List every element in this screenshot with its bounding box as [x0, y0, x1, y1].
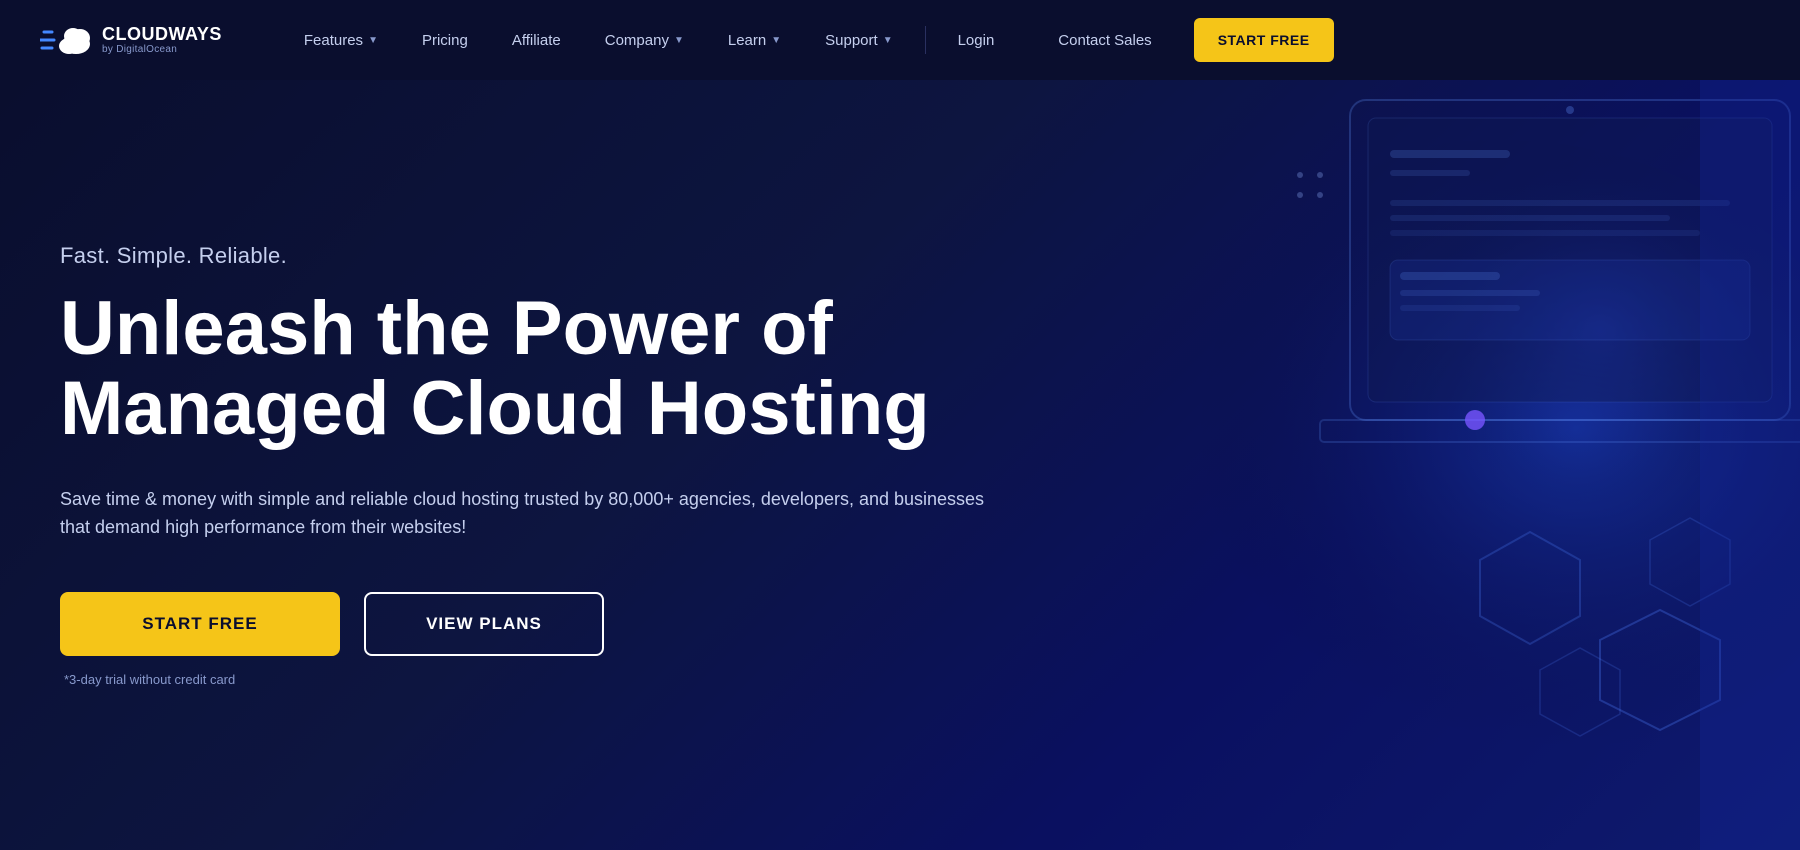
chevron-down-icon: ▼ — [883, 35, 893, 46]
hero-content: Fast. Simple. Reliable. Unleash the Powe… — [0, 243, 1000, 687]
logo[interactable]: CLOUDWAYS by DigitalOcean — [40, 18, 222, 62]
nav-pricing[interactable]: Pricing — [400, 0, 490, 80]
hero-title: Unleash the Power of Managed Cloud Hosti… — [60, 289, 940, 449]
hero-section: Fast. Simple. Reliable. Unleash the Powe… — [0, 80, 1800, 850]
nav-features[interactable]: Features ▼ — [282, 0, 400, 80]
trial-note: *3-day trial without credit card — [64, 672, 1000, 687]
navbar: CLOUDWAYS by DigitalOcean Features ▼ Pri… — [0, 0, 1800, 80]
nav-support[interactable]: Support ▼ — [803, 0, 914, 80]
nav-start-free-button[interactable]: START FREE — [1194, 18, 1334, 62]
nav-learn[interactable]: Learn ▼ — [706, 0, 803, 80]
chevron-down-icon: ▼ — [368, 35, 378, 46]
hero-tagline: Fast. Simple. Reliable. — [60, 243, 1000, 269]
chevron-down-icon: ▼ — [771, 35, 781, 46]
nav-company[interactable]: Company ▼ — [583, 0, 706, 80]
nav-login[interactable]: Login — [936, 0, 1017, 80]
logo-icon — [40, 18, 92, 62]
chevron-down-icon: ▼ — [674, 35, 684, 46]
hero-start-free-button[interactable]: START FREE — [60, 592, 340, 656]
hero-decorative-graphics — [900, 80, 1800, 850]
nav-contact-sales[interactable]: Contact Sales — [1036, 0, 1173, 80]
hero-view-plans-button[interactable]: VIEW PLANS — [364, 592, 604, 656]
hero-buttons: START FREE VIEW PLANS — [60, 592, 1000, 656]
nav-right: Login Contact Sales START FREE — [936, 0, 1334, 80]
hero-description: Save time & money with simple and reliab… — [60, 485, 1000, 543]
nav-links: Features ▼ Pricing Affiliate Company ▼ L… — [282, 0, 1760, 80]
nav-divider — [925, 26, 926, 54]
nav-affiliate[interactable]: Affiliate — [490, 0, 583, 80]
logo-text: CLOUDWAYS by DigitalOcean — [102, 25, 222, 56]
